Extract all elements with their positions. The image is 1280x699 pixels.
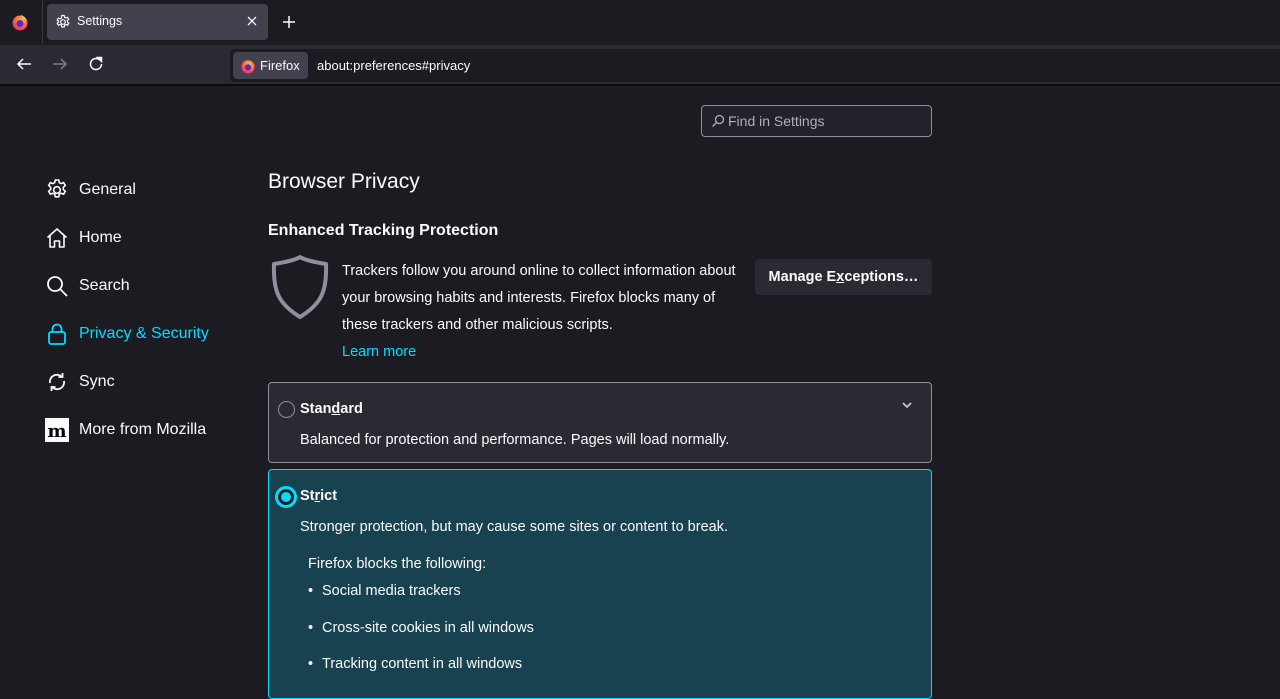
label-part: ict	[320, 488, 338, 504]
manage-exceptions-button[interactable]: Manage Exceptions…	[755, 259, 932, 295]
sidebar-item-search[interactable]: Search	[45, 262, 245, 310]
sync-icon	[49, 373, 65, 391]
tabstrip-separator	[42, 0, 43, 44]
firefox-logo-icon	[241, 59, 255, 74]
list-item: • Tracking content in all windows	[308, 656, 534, 693]
accesskey: d	[331, 401, 341, 417]
button-label-part: ceptions…	[844, 269, 919, 285]
gear-icon	[56, 14, 70, 28]
radio-dot	[281, 492, 291, 502]
bullet: •	[308, 656, 314, 672]
radio-strict[interactable]	[275, 486, 297, 508]
url-bar[interactable]: Firefox about:preferences#privacy	[230, 49, 1280, 82]
chevron-down-icon[interactable]	[900, 400, 914, 410]
sidebar-item-sync[interactable]: Sync	[45, 358, 245, 406]
firefox-logo-icon[interactable]	[11, 13, 29, 31]
navigation-toolbar: Firefox about:preferences#privacy	[0, 44, 1280, 86]
identity-box[interactable]: Firefox	[233, 52, 308, 79]
back-arrow-icon[interactable]	[15, 55, 33, 73]
option-standard[interactable]: Standard Balanced for protection and per…	[268, 382, 932, 463]
sidebar-item-general[interactable]: General	[45, 166, 245, 214]
button-label-part: Manage E	[768, 269, 837, 285]
sidebar-item-privacy-security[interactable]: Privacy & Security	[45, 310, 245, 358]
sidebar: General Home Search Privacy & Security S…	[45, 166, 245, 454]
bullet: •	[308, 619, 314, 636]
option-label: Strict	[300, 488, 337, 504]
etp-description-text: Trackers follow you around online to col…	[342, 263, 736, 333]
option-description: Balanced for protection and performance.…	[300, 432, 730, 448]
tab-strip: Settings	[0, 0, 1280, 44]
blocks-title: Firefox blocks the following:	[308, 556, 487, 572]
search-icon	[712, 114, 725, 127]
page-title: Browser Privacy	[268, 170, 420, 193]
tab-settings[interactable]: Settings	[47, 4, 268, 40]
option-strict[interactable]: Strict Stronger protection, but may caus…	[268, 469, 932, 699]
find-in-settings[interactable]	[701, 105, 932, 137]
label-part: St	[300, 488, 315, 504]
etp-description: Trackers follow you around online to col…	[342, 258, 742, 366]
list-item-text: Tracking content in all windows	[322, 656, 523, 672]
sidebar-item-label: Home	[79, 229, 122, 246]
plus-icon[interactable]	[280, 13, 298, 31]
sidebar-item-label: General	[79, 181, 136, 198]
url-text[interactable]: about:preferences#privacy	[317, 58, 470, 73]
search-icon	[47, 276, 68, 297]
label-part: ard	[340, 401, 363, 417]
sidebar-item-label: Privacy & Security	[79, 325, 209, 342]
option-label: Standard	[300, 401, 363, 417]
sidebar-item-label: More from Mozilla	[79, 421, 207, 438]
identity-label: Firefox	[260, 58, 300, 73]
radio-standard[interactable]	[278, 401, 295, 418]
gear-icon	[47, 179, 67, 198]
preferences-content: General Home Search Privacy & Security S…	[0, 86, 1280, 699]
forward-arrow-icon[interactable]	[51, 55, 69, 73]
list-item-text: Cross-site cookies in all windows	[322, 619, 534, 636]
sidebar-item-label: Sync	[79, 373, 115, 390]
learn-more-link[interactable]: Learn more	[342, 344, 416, 360]
sidebar-item-label: Search	[79, 277, 130, 294]
sidebar-item-home[interactable]: Home	[45, 214, 245, 262]
svg-text:m: m	[47, 421, 66, 442]
shield-icon	[271, 255, 329, 319]
list-item-text: Social media trackers	[322, 583, 461, 599]
reload-icon[interactable]	[87, 55, 105, 73]
list-item: • Social media trackers	[308, 583, 534, 620]
sidebar-item-more-from-mozilla[interactable]: m More from Mozilla	[45, 406, 245, 454]
close-icon[interactable]	[244, 13, 260, 29]
tab-title: Settings	[77, 14, 123, 28]
search-input[interactable]	[728, 106, 928, 136]
lock-icon	[48, 323, 66, 345]
section-title: Enhanced Tracking Protection	[268, 222, 499, 239]
blocked-items-list: • Social media trackers • Cross-site cooki…	[308, 583, 534, 693]
home-icon	[46, 228, 68, 248]
label-part: Stan	[300, 401, 332, 417]
option-description: Stronger protection, but may cause some …	[300, 519, 728, 535]
bullet: •	[308, 583, 314, 599]
list-item: • Cross-site cookies in all windows	[308, 620, 534, 657]
mozilla-m-icon: m	[45, 418, 69, 442]
